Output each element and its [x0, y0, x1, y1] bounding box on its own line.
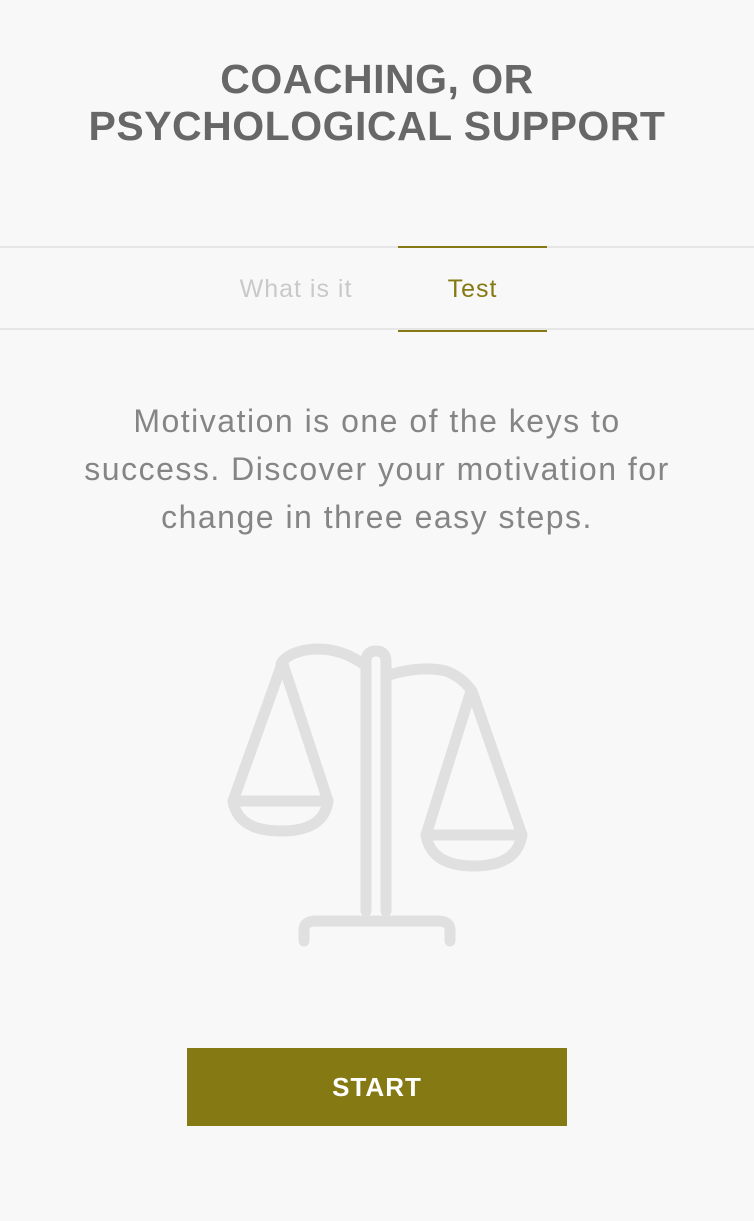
tab-what-is-it-label: What is it [239, 274, 353, 303]
page-title-line-2: PSYCHOLOGICAL SUPPORT [88, 103, 666, 149]
page-title-line-1: COACHING, OR [220, 56, 534, 102]
tab-test-label: Test [447, 274, 498, 303]
balance-scale-icon [227, 643, 528, 947]
page-title: COACHING, OR PSYCHOLOGICAL SUPPORT [0, 56, 754, 150]
tab-test[interactable]: Test [398, 246, 547, 332]
tab-bar: What is it Test [0, 246, 754, 332]
motivation-description: Motivation is one of the keys to success… [84, 403, 670, 535]
start-button-label: START [332, 1071, 422, 1102]
start-button[interactable]: START [187, 1048, 567, 1126]
tab-what-is-it[interactable]: What is it [222, 246, 370, 332]
